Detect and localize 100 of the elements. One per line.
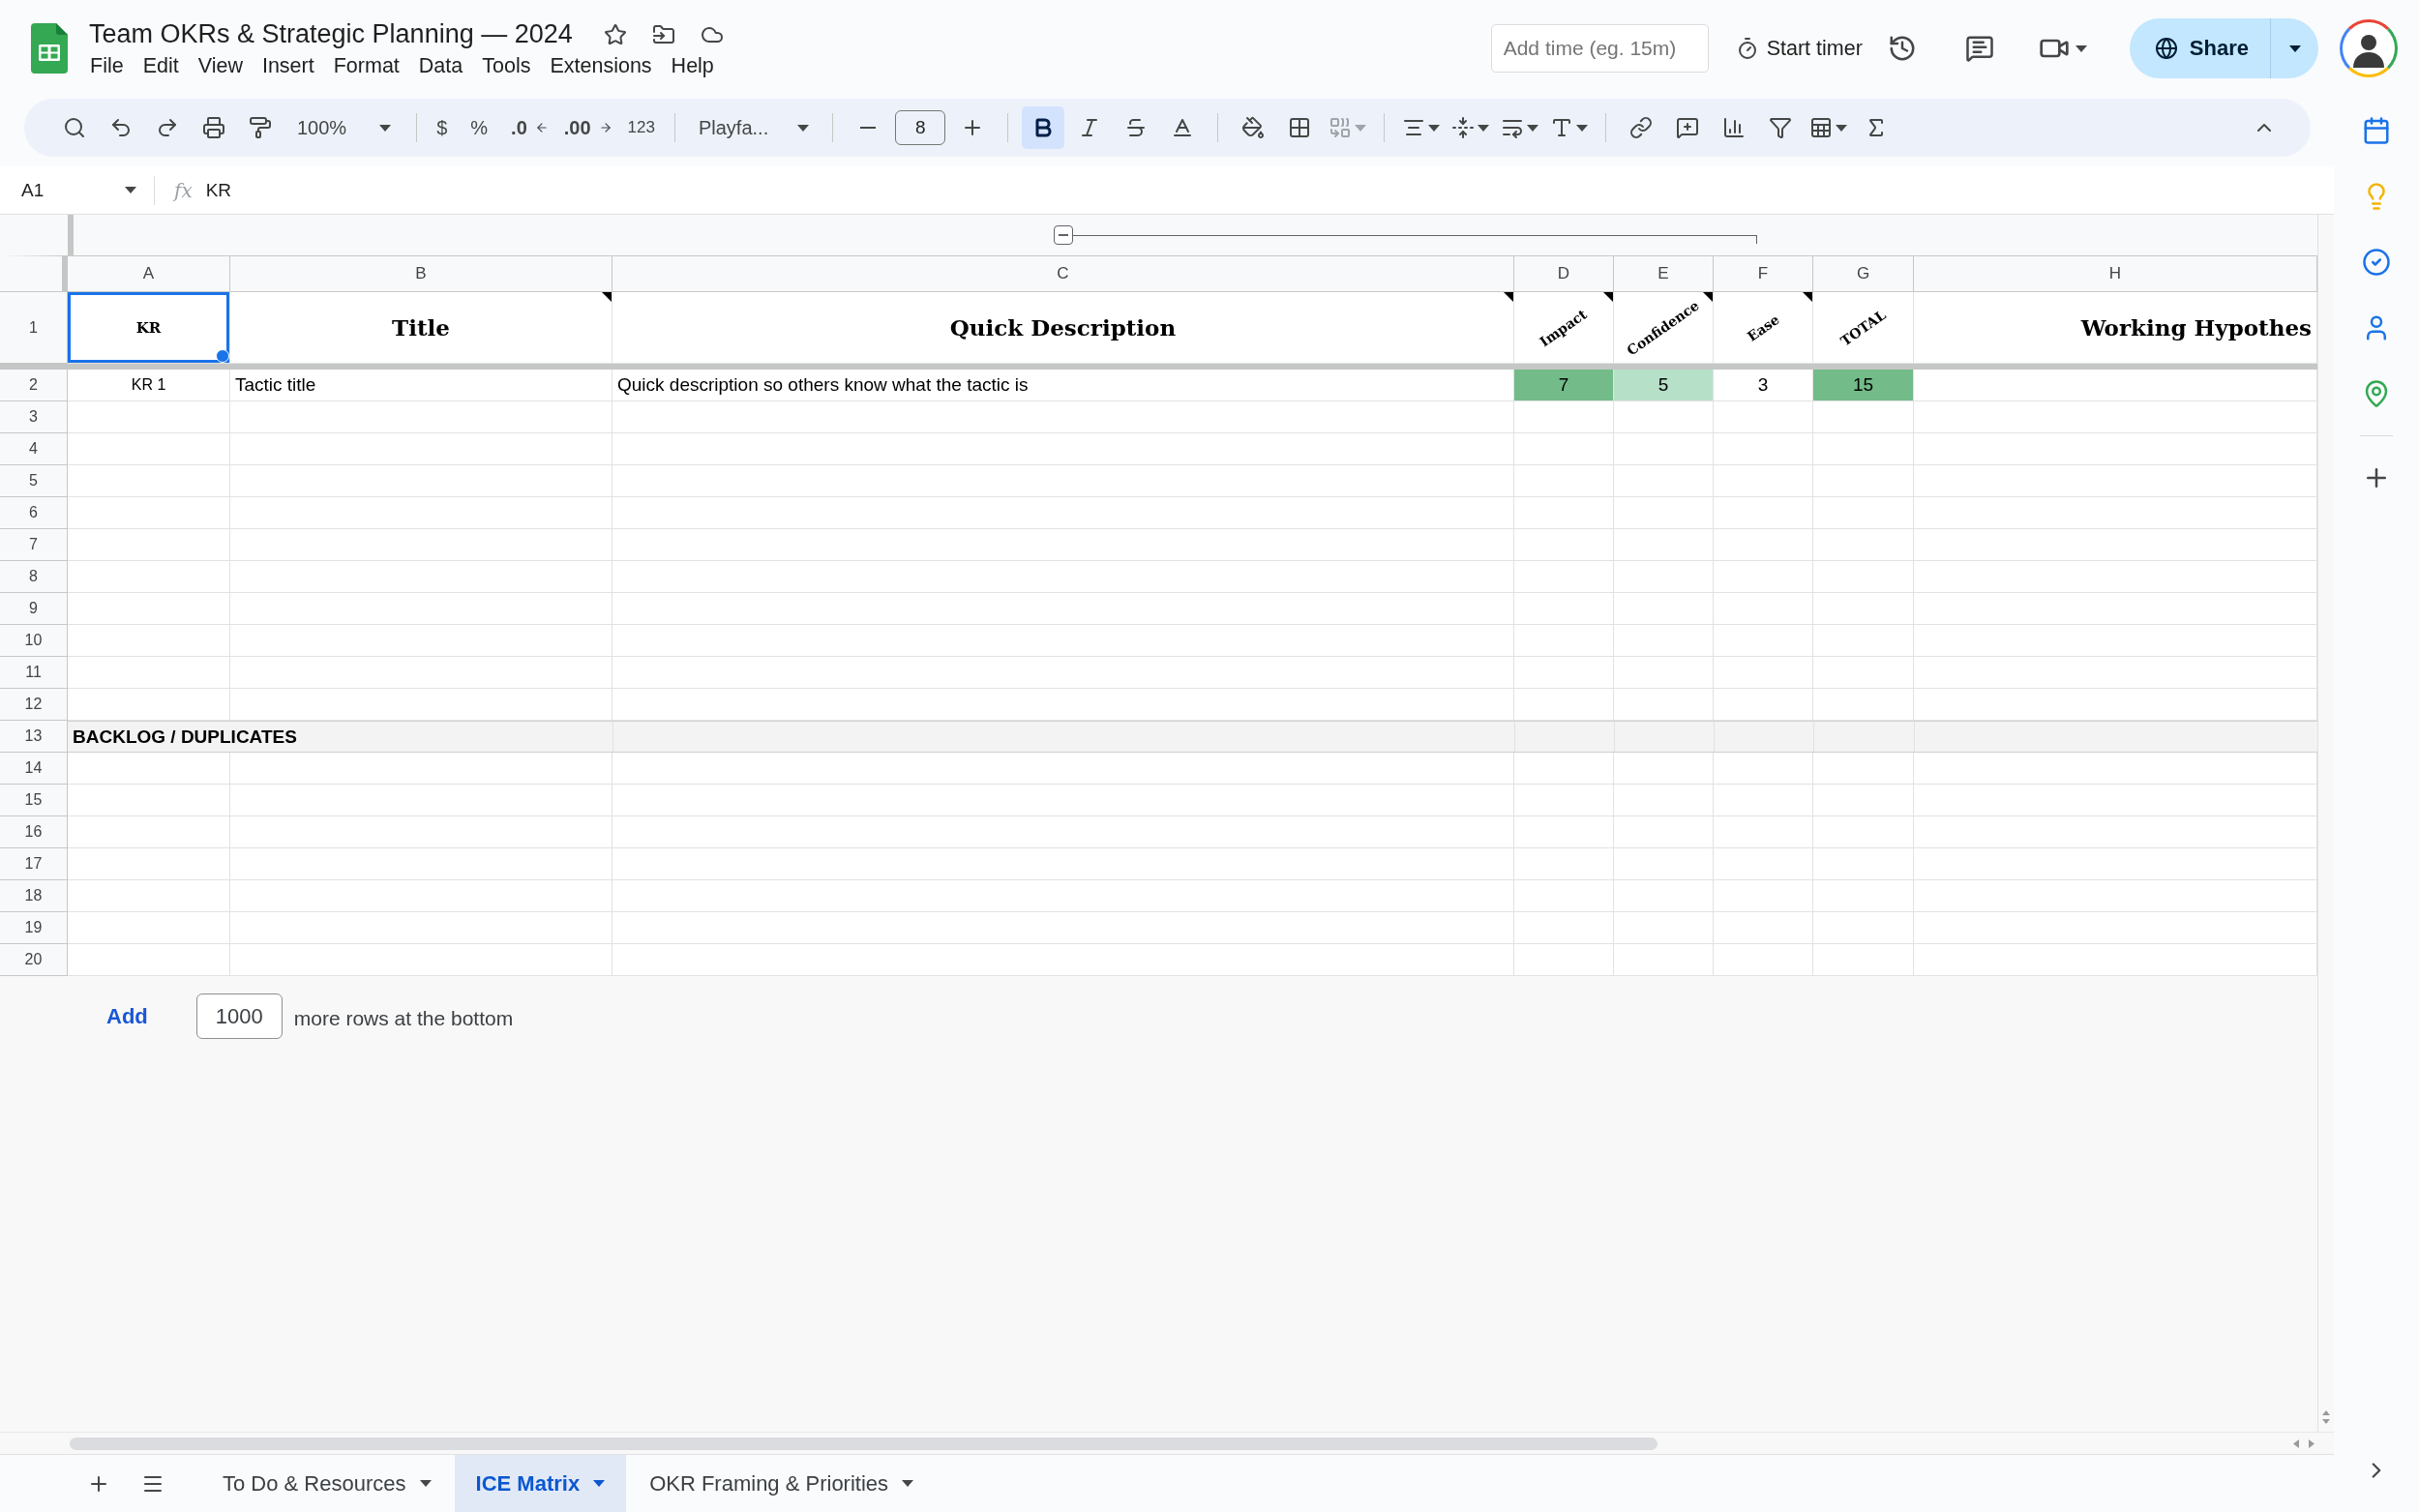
empty-cell[interactable] [1813,497,1914,529]
row-number[interactable]: 12 [0,689,68,721]
menu-item[interactable]: Extensions [540,51,662,81]
bold-button[interactable] [1022,106,1065,149]
empty-cell[interactable] [1914,785,2317,816]
scroll-left-icon[interactable] [2293,1438,2299,1448]
collapse-group-button[interactable] [1054,225,1073,245]
empty-cell[interactable] [1714,497,1813,529]
empty-cell[interactable] [1614,753,1714,785]
empty-cell[interactable] [1914,497,2317,529]
empty-cell[interactable] [612,561,1514,593]
empty-cell[interactable] [230,497,612,529]
row-number[interactable]: 1 [0,292,68,364]
currency-button[interactable]: $ [431,106,454,149]
empty-cell[interactable] [1914,529,2317,561]
row-number[interactable]: 9 [0,593,68,625]
menu-item[interactable]: Help [661,51,724,81]
empty-cell[interactable] [1514,657,1614,689]
empty-cell[interactable] [1813,753,1914,785]
empty-cell[interactable] [1614,529,1714,561]
empty-cell[interactable] [1714,593,1813,625]
empty-cell[interactable] [230,401,612,433]
empty-cell[interactable] [230,625,612,657]
empty-cell[interactable] [230,753,612,785]
row-number[interactable]: 3 [0,401,68,433]
column-header[interactable]: E [1614,256,1714,292]
select-all-corner[interactable] [0,256,68,292]
empty-cell[interactable] [612,593,1514,625]
empty-cell[interactable] [1813,433,1914,465]
share-button[interactable]: Share [2129,18,2270,78]
header-cell[interactable]: KR [68,292,230,364]
folder-icon[interactable] [651,22,675,46]
empty-cell[interactable] [1614,657,1714,689]
empty-cell[interactable] [1714,625,1813,657]
menu-item[interactable]: Data [408,51,473,81]
empty-cell[interactable] [1914,593,2317,625]
empty-cell[interactable] [612,657,1514,689]
start-timer-button[interactable]: Start timer [1729,30,1868,67]
column-header[interactable]: F [1714,256,1813,292]
row-number[interactable]: 15 [0,785,68,816]
empty-cell[interactable] [1813,593,1914,625]
empty-cell[interactable] [1914,657,2317,689]
empty-cell[interactable] [1714,657,1813,689]
empty-cell[interactable] [1714,561,1813,593]
row-number[interactable]: 13 [0,721,68,753]
empty-cell[interactable] [1514,465,1614,497]
empty-cell[interactable] [1813,816,1914,848]
empty-cell[interactable] [1614,625,1714,657]
column-header[interactable]: D [1514,256,1614,292]
empty-cell[interactable] [1514,816,1614,848]
add-rows-button[interactable]: Add [106,1003,148,1029]
empty-cell[interactable] [1813,529,1914,561]
empty-cell[interactable] [612,912,1514,944]
score-cell[interactable]: 15 [1813,370,1914,401]
empty-cell[interactable] [1914,816,2317,848]
empty-cell[interactable] [612,753,1514,785]
table-cell[interactable]: Quick description so others know what the tactic is [612,370,1514,401]
avatar[interactable] [2340,19,2398,77]
empty-cell[interactable] [1914,848,2317,880]
formula-text[interactable]: KR [205,179,232,201]
empty-cell[interactable] [1614,561,1714,593]
empty-cell[interactable] [612,848,1514,880]
empty-cell[interactable] [1714,848,1813,880]
time-field[interactable]: Add time (eg. 15m) [1490,24,1709,73]
row-number[interactable]: 14 [0,753,68,785]
column-header[interactable]: C [612,256,1514,292]
empty-cell[interactable] [1813,561,1914,593]
empty-cell[interactable] [1714,433,1813,465]
empty-cell[interactable] [1714,912,1813,944]
empty-cell[interactable] [1514,880,1614,912]
empty-cell[interactable] [1614,944,1714,976]
row-number[interactable]: 5 [0,465,68,497]
sheet-tab[interactable]: ICE Matrix [454,1454,627,1512]
empty-cell[interactable] [1813,465,1914,497]
row-count-field[interactable]: 1000 [195,993,283,1039]
row-number[interactable]: 11 [0,657,68,689]
empty-cell[interactable] [612,529,1514,561]
calendar-icon[interactable] [2362,116,2391,145]
empty-cell[interactable] [1614,433,1714,465]
empty-cell[interactable] [230,848,612,880]
empty-cell[interactable] [230,465,612,497]
empty-cell[interactable] [1813,848,1914,880]
number-format-button[interactable]: 123 [621,106,661,149]
star-icon[interactable] [603,22,627,46]
empty-cell[interactable] [1614,593,1714,625]
empty-cell[interactable] [1514,497,1614,529]
empty-cell[interactable] [230,529,612,561]
empty-cell[interactable] [612,785,1514,816]
empty-cell[interactable] [230,816,612,848]
tasks-icon[interactable] [2362,248,2391,277]
empty-cell[interactable] [1813,625,1914,657]
name-box[interactable]: A1 [0,175,155,205]
menu-item[interactable]: File [80,51,134,81]
empty-cell[interactable] [1914,880,2317,912]
empty-cell[interactable] [1514,561,1614,593]
column-header[interactable]: A [68,256,230,292]
scroll-down-icon[interactable] [2322,1419,2330,1424]
table-cell[interactable]: Tactic title [230,370,612,401]
empty-cell[interactable] [1714,816,1813,848]
empty-cell[interactable] [612,465,1514,497]
